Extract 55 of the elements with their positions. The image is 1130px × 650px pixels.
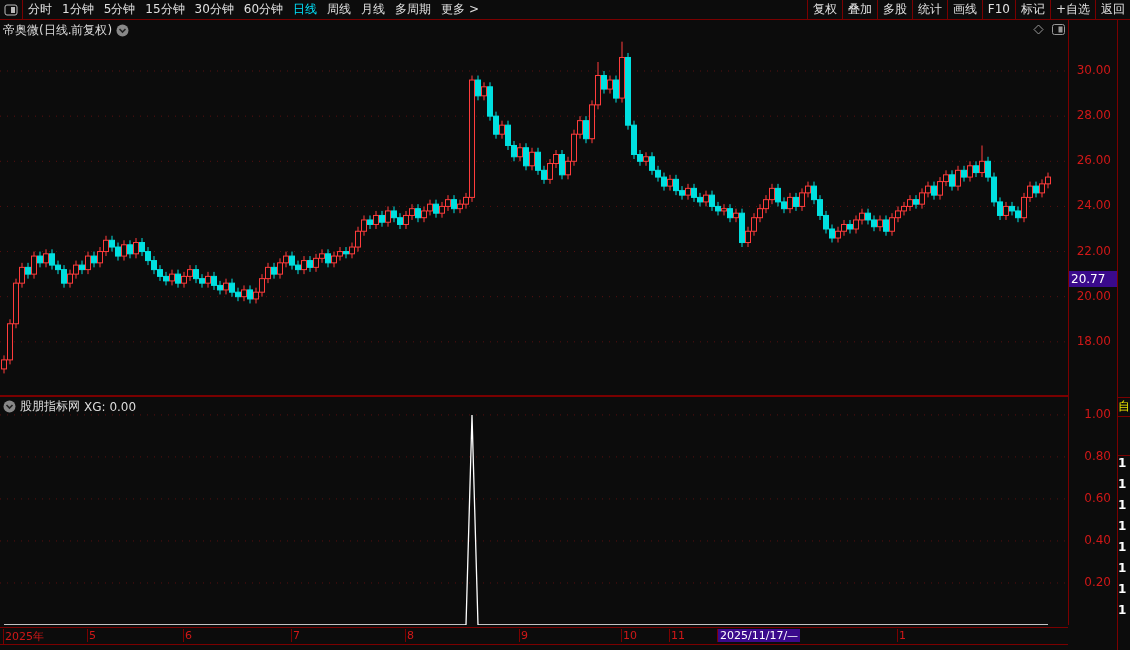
axis-label: 22.00 bbox=[1076, 243, 1111, 258]
time-label: 6 bbox=[183, 629, 192, 642]
time-label: 8 bbox=[405, 629, 414, 642]
side-tab[interactable]: 自 bbox=[1118, 398, 1130, 417]
period-tab[interactable]: 15分钟 bbox=[140, 1, 190, 18]
period-tab[interactable]: 30分钟 bbox=[189, 1, 239, 18]
axis-label: 0.20 bbox=[1084, 574, 1111, 589]
period-tab[interactable]: 日线 bbox=[288, 1, 323, 18]
toolbar-button[interactable]: +自选 bbox=[1049, 0, 1095, 19]
side-value: 1 bbox=[1118, 456, 1128, 472]
period-tab[interactable]: 1分钟 bbox=[57, 1, 99, 18]
period-tab[interactable]: 60分钟 bbox=[238, 1, 289, 18]
side-value: 1 bbox=[1118, 603, 1128, 619]
time-label: 10 bbox=[621, 629, 637, 642]
side-value: 1 bbox=[1118, 477, 1128, 493]
toolbar-button[interactable]: 多股 bbox=[876, 0, 912, 19]
time-label: 1 bbox=[897, 629, 906, 642]
toolbar-button[interactable]: 复权 bbox=[806, 0, 842, 19]
period-tab[interactable]: 分时 bbox=[23, 1, 57, 18]
time-label: 9 bbox=[519, 629, 528, 642]
side-value: 1 bbox=[1118, 498, 1128, 514]
axis-label: 18.00 bbox=[1076, 333, 1111, 348]
toolbar-button[interactable]: 画线 bbox=[946, 0, 982, 19]
time-label: 5 bbox=[87, 629, 96, 642]
axis-label: 0.60 bbox=[1084, 490, 1111, 505]
period-tab[interactable]: 5分钟 bbox=[98, 1, 141, 18]
axis-label: 26.00 bbox=[1076, 153, 1111, 168]
toolbar-button[interactable]: 标记 bbox=[1014, 0, 1050, 19]
side-value: 1 bbox=[1118, 582, 1128, 598]
time-label: 2025/11/17/— bbox=[717, 629, 801, 642]
period-tab[interactable]: 更多 > bbox=[436, 1, 484, 18]
toolbar-button[interactable]: 叠加 bbox=[841, 0, 877, 19]
axis-label: 30.00 bbox=[1076, 63, 1111, 77]
price-tag: 20.77 bbox=[1069, 271, 1117, 288]
period-tab[interactable]: 月线 bbox=[356, 1, 391, 18]
toolbar-button[interactable]: F10 bbox=[981, 0, 1015, 19]
time-label: 11 bbox=[669, 629, 685, 642]
axis-label: 24.00 bbox=[1076, 198, 1111, 213]
toolbar-button[interactable]: 统计 bbox=[911, 0, 947, 19]
period-tab[interactable]: 多周期 bbox=[390, 1, 437, 18]
side-value: 1 bbox=[1118, 519, 1128, 535]
side-value: 1 bbox=[1118, 561, 1128, 577]
axis-label: 28.00 bbox=[1076, 108, 1111, 123]
chart-title: 帝奥微(日线.前复权) bbox=[3, 22, 113, 39]
time-label: 7 bbox=[291, 629, 300, 642]
indicator-reading: XG: 0.00 bbox=[84, 399, 137, 414]
period-tab[interactable]: 周线 bbox=[322, 1, 357, 18]
toolbar-button[interactable]: 返回 bbox=[1095, 0, 1130, 19]
time-label: 2025年 bbox=[3, 629, 44, 644]
axis-label: 0.80 bbox=[1084, 448, 1111, 463]
axis-label: 20.00 bbox=[1076, 288, 1111, 303]
axis-label: 1.00 bbox=[1084, 406, 1111, 421]
indicator-title: 股朋指标网 bbox=[20, 398, 80, 415]
side-value: 1 bbox=[1118, 540, 1128, 556]
axis-label: 0.40 bbox=[1084, 532, 1111, 547]
